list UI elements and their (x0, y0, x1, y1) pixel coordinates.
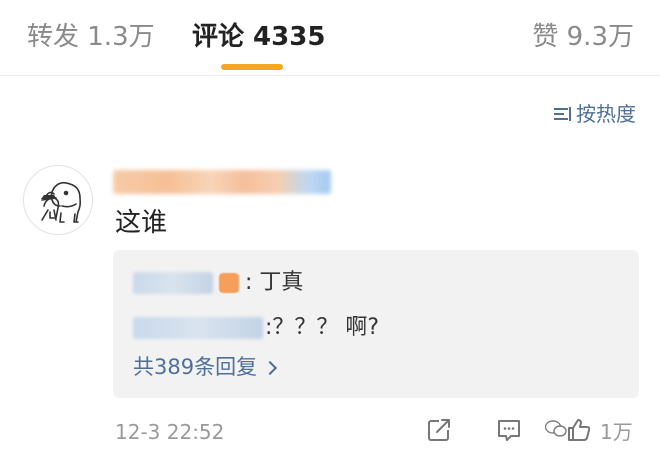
view-more-replies-link[interactable]: 共389条回复 (133, 353, 278, 381)
sort-label: 按热度 (576, 102, 636, 126)
user-badge-icon (219, 273, 239, 293)
reply-author-redacted (133, 317, 263, 339)
comment-icon (498, 420, 520, 441)
reply-preview-box[interactable]: : 丁真 :？？？ 啊? 共389条回复 (113, 250, 639, 398)
like-count: 1万 (600, 420, 633, 444)
sort-icon (554, 105, 572, 123)
chevron-right-icon (263, 360, 278, 375)
tab-comments[interactable]: 评论 4335 (192, 20, 325, 54)
tab-repost[interactable]: 转发 1.3万 (27, 20, 155, 54)
comment-text: 这谁 (115, 208, 168, 238)
reply-text: : 丁真 (245, 270, 304, 295)
avatar-illustration-icon (41, 181, 82, 223)
share-button[interactable] (425, 416, 453, 444)
reply-item[interactable]: :？？？ 啊? (133, 313, 379, 343)
reply-item[interactable]: : 丁真 (133, 268, 303, 298)
like-icon (568, 419, 591, 441)
comment-timestamp: 12-3 22:52 (115, 420, 225, 444)
tab-likes[interactable]: 赞 9.3万 (532, 20, 634, 54)
tab-bar: 转发 1.3万 评论 4335 赞 9.3万 (0, 0, 660, 75)
reply-author-redacted (133, 272, 213, 294)
username-redacted[interactable] (113, 170, 331, 194)
avatar[interactable] (23, 165, 93, 235)
active-tab-indicator (221, 64, 283, 70)
sort-by-hot-button[interactable]: 按热度 (554, 101, 636, 127)
wechat-watermark (545, 420, 567, 438)
reply-text: :？？？ 啊? (265, 315, 380, 340)
more-replies-label: 共389条回复 (133, 355, 258, 379)
wechat-icon (545, 420, 567, 437)
like-button[interactable] (565, 416, 593, 444)
divider (0, 75, 660, 76)
share-icon (428, 419, 450, 441)
reply-button[interactable] (495, 416, 523, 444)
